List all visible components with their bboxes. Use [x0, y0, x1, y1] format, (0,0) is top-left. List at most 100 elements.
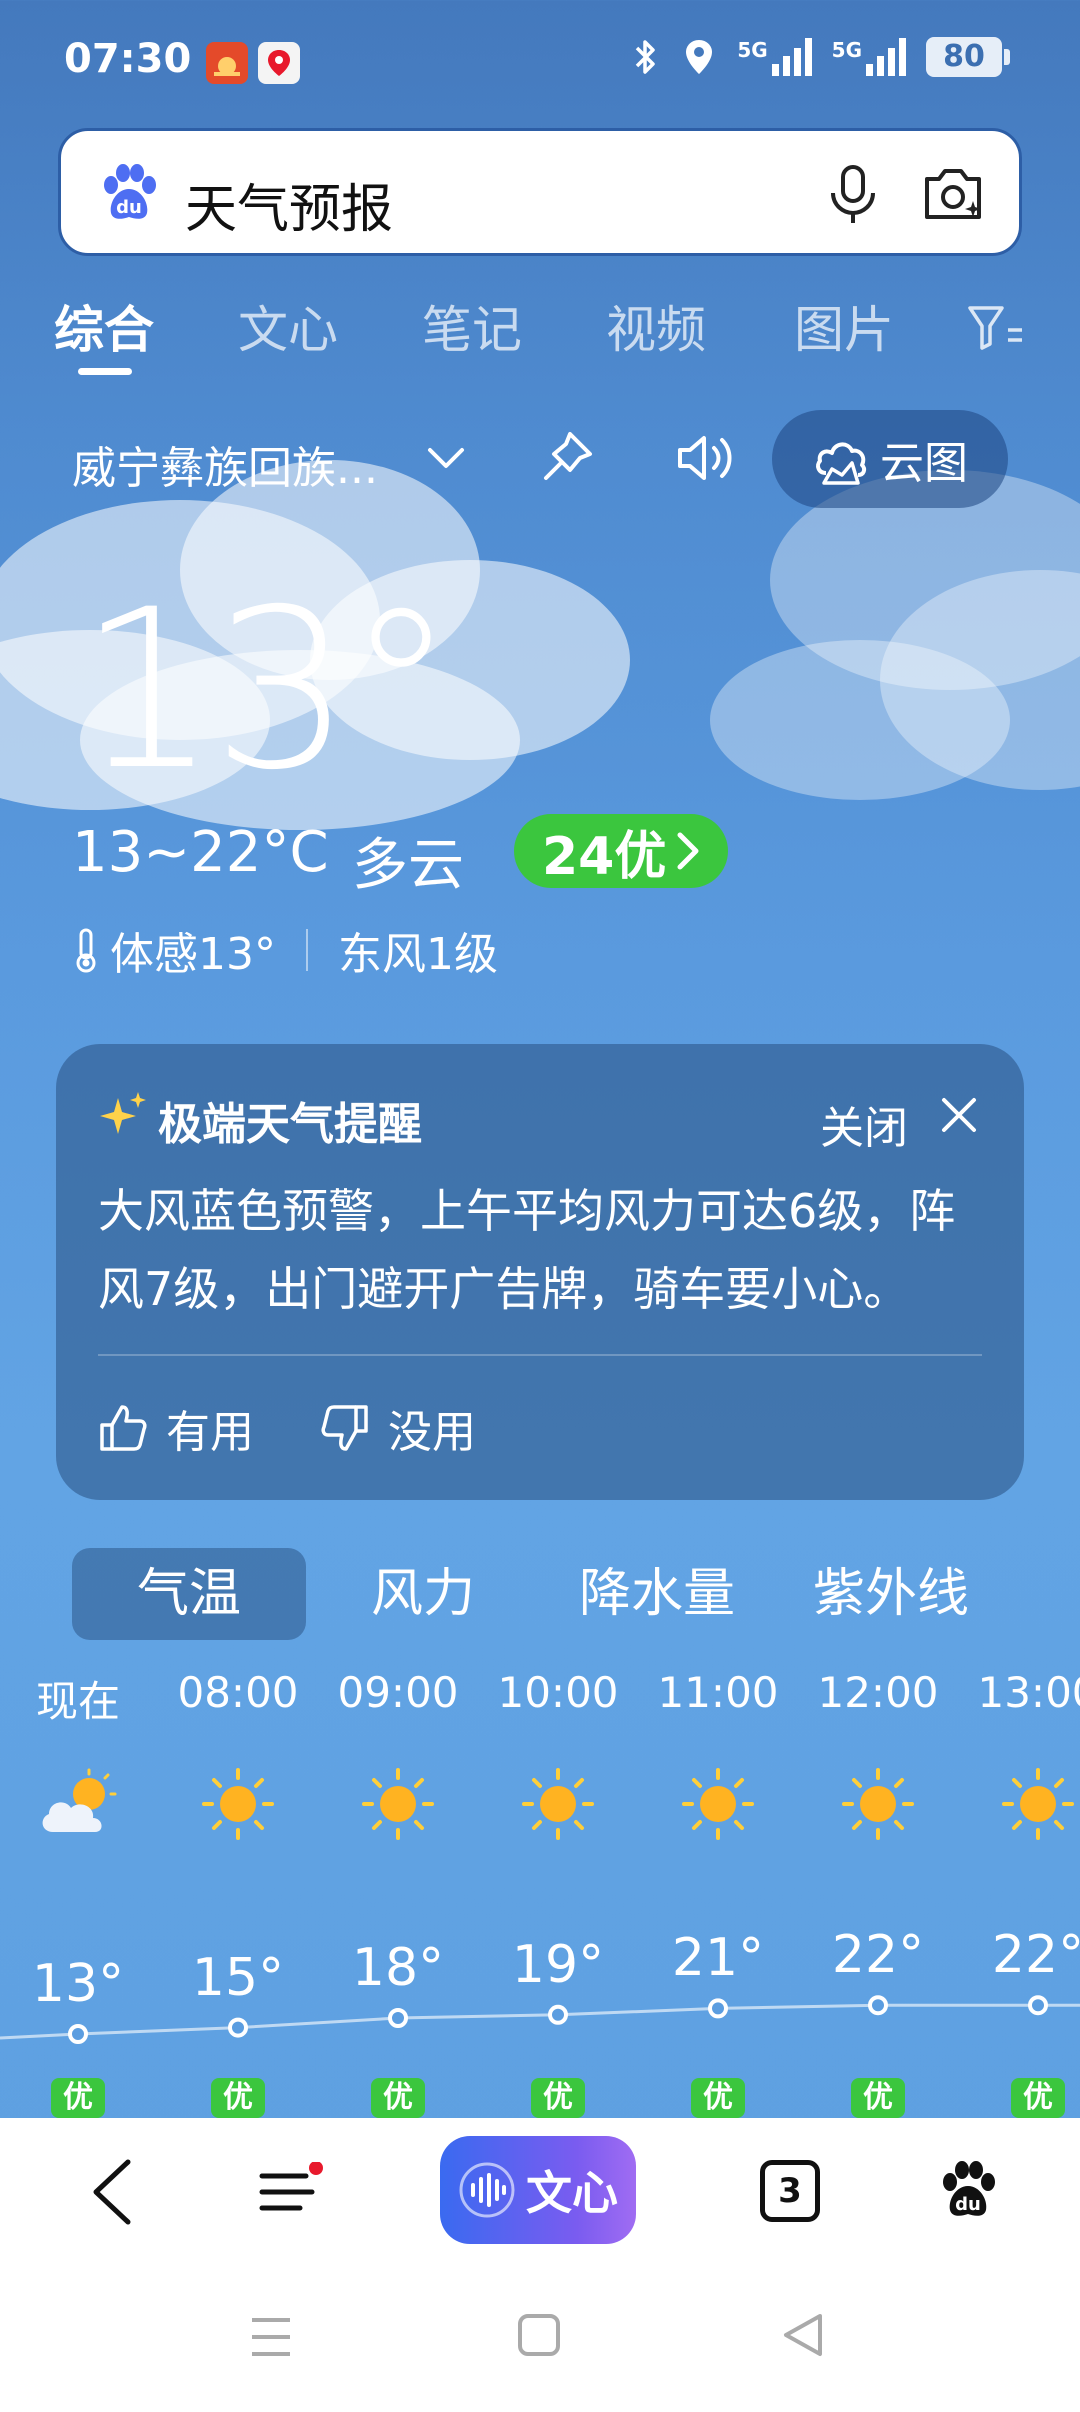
bottom-navigation: 文心 3 du: [0, 2118, 1080, 2268]
menu-icon: [259, 2161, 323, 2211]
hour-time: 现在: [35, 1677, 120, 1726]
hour-temperature: 21°: [671, 1928, 765, 1989]
back-triangle-icon[interactable]: [780, 2312, 826, 2358]
useful-button[interactable]: 有用: [98, 1396, 254, 1460]
hour-temperature: 18°: [351, 1938, 445, 1998]
camera-search-icon[interactable]: [919, 161, 987, 227]
aqi-badge[interactable]: 24优: [514, 814, 729, 888]
wind-text: 东风1级: [338, 929, 498, 980]
useless-label: 没用: [388, 1407, 476, 1458]
aqi-value: 24优: [542, 826, 667, 887]
app-notification-icon: [206, 42, 248, 84]
wenxin-wave-icon: [459, 2162, 515, 2218]
feels-like-row: 体感13° 东风1级: [72, 918, 498, 982]
thumbs-up-icon: [100, 1405, 147, 1451]
active-tab-indicator: [78, 368, 132, 375]
sun-icon: [840, 1766, 916, 1846]
signal-bars-icon: [866, 38, 906, 76]
hour-temperature: 19°: [511, 1934, 605, 1995]
sim1-label: 5G: [737, 38, 768, 62]
thumbs-down-icon: [321, 1405, 368, 1451]
current-temperature: 13°: [78, 562, 456, 818]
recents-icon[interactable]: [248, 2312, 294, 2362]
segment-temperature[interactable]: 气温: [72, 1548, 306, 1640]
tab-wenxin[interactable]: 文心: [238, 290, 338, 362]
temperature-point: [868, 1995, 888, 2016]
divider: [306, 929, 308, 971]
segment-wind[interactable]: 风力: [306, 1548, 540, 1640]
sun-icon: [200, 1766, 276, 1846]
tab-general[interactable]: 综合: [54, 290, 154, 362]
baidu-paw-icon: du: [104, 164, 156, 219]
result-tabs: 综合 文心 笔记 视频 图片: [0, 280, 1080, 380]
hour-aqi-badge: 优: [851, 2078, 905, 2118]
temperature-point: [708, 1998, 728, 2019]
svg-text:du: du: [955, 2194, 981, 2215]
location-icon: [686, 40, 713, 74]
system-navigation-bar: [0, 2268, 1080, 2412]
weather-condition: 多云: [352, 833, 464, 898]
temperature-line: [0, 2003, 1080, 2040]
tab-video[interactable]: 视频: [606, 290, 706, 362]
hour-aqi-badge: 优: [1011, 2078, 1065, 2118]
alert-body: 大风蓝色预警，上午平均风力可达6级，阵风7级，出门避开广告牌，骑车要小心。: [98, 1184, 956, 1316]
wenxin-button[interactable]: 文心: [440, 2136, 636, 2244]
cloud-map-label: 云图: [880, 438, 968, 489]
microphone-icon[interactable]: [823, 163, 883, 227]
extreme-weather-alert-card: 极端天气提醒 关闭 大风蓝色预警，上午平均风力可达6级，阵风7级，出门避开广告牌…: [56, 1044, 1024, 1500]
search-query[interactable]: 天气预报: [185, 167, 393, 242]
speaker-icon[interactable]: [674, 428, 738, 488]
hour-temperature: 22°: [831, 1925, 925, 1986]
hour-aqi-badge: 优: [691, 2078, 745, 2118]
home-icon[interactable]: [516, 2312, 562, 2358]
sun-icon: [360, 1766, 436, 1846]
search-box[interactable]: du 天气预报: [58, 128, 1022, 256]
sun-icon: [680, 1766, 756, 1846]
partly-cloudy-icon: [35, 1766, 121, 1846]
location-name[interactable]: 威宁彝族回族...: [72, 432, 378, 496]
chevron-down-icon[interactable]: [424, 440, 468, 476]
sparkle-icon: [100, 1092, 146, 1134]
hour-temperature: 15°: [191, 1947, 285, 2008]
segment-uv[interactable]: 紫外线: [774, 1548, 1008, 1640]
wenxin-label: 文心: [526, 2166, 618, 2220]
cloud-map-icon: [816, 442, 867, 485]
hour-aqi-badge: 优: [531, 2078, 585, 2118]
hour-temperature: 22°: [991, 1925, 1080, 1986]
alert-title: 极端天气提醒: [158, 1099, 422, 1150]
status-bar: 07:30 5G 5G 80: [0, 0, 1080, 120]
useless-button[interactable]: 没用: [320, 1396, 476, 1460]
alert-close-button[interactable]: 关闭: [820, 1092, 908, 1156]
useful-label: 有用: [166, 1407, 254, 1458]
pin-icon[interactable]: [540, 428, 596, 488]
menu-button[interactable]: [256, 2161, 324, 2226]
hour-aqi-badge: 优: [51, 2078, 105, 2118]
cloud-map-button[interactable]: 云图: [772, 410, 1008, 508]
hour-temperature: 13°: [31, 1954, 125, 2014]
sun-icon: [520, 1766, 596, 1846]
tab-images[interactable]: 图片: [794, 290, 894, 362]
hour-aqi-badge: 优: [371, 2078, 425, 2118]
back-icon[interactable]: [88, 2158, 138, 2226]
hour-aqi-badge: 优: [211, 2078, 265, 2118]
tabs-count-button[interactable]: 3: [760, 2160, 820, 2222]
segment-precipitation[interactable]: 降水量: [540, 1548, 774, 1640]
filter-icon[interactable]: [966, 302, 1026, 354]
tab-notes[interactable]: 笔记: [422, 290, 522, 362]
hour-time: 13:00: [977, 1668, 1080, 1717]
temperature-range: 13~22°C: [72, 820, 329, 885]
hour-time: 12:00: [817, 1668, 939, 1717]
chevron-right-icon: [677, 832, 699, 870]
location-row: 威宁彝族回族... 云图: [0, 410, 1080, 510]
close-icon[interactable]: [940, 1096, 978, 1134]
thermometer-icon: [76, 928, 96, 973]
sim2-label: 5G: [831, 38, 862, 62]
sun-icon: [1000, 1766, 1076, 1846]
hour-time: 09:00: [337, 1668, 459, 1717]
temperature-point: [68, 2024, 88, 2044]
divider: [98, 1354, 982, 1356]
hour-time: 10:00: [497, 1668, 619, 1717]
signal-2: 5G: [832, 38, 906, 76]
bluetooth-icon: [636, 40, 656, 74]
baidu-paw-icon[interactable]: du: [936, 2158, 1000, 2222]
